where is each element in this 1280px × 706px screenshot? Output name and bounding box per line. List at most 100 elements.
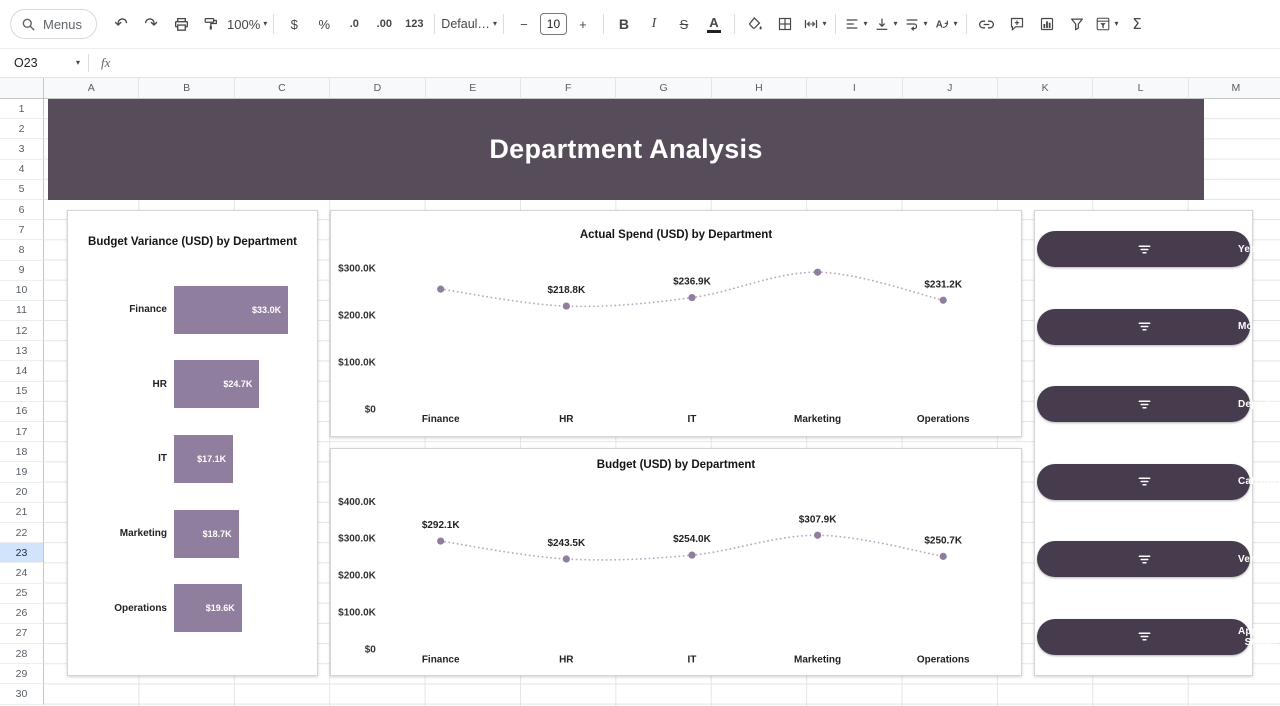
row-header-15[interactable]: 15	[0, 382, 44, 402]
column-header-C[interactable]: C	[235, 78, 330, 99]
row-header-20[interactable]: 20	[0, 483, 44, 503]
row-header-12[interactable]: 12	[0, 321, 44, 341]
redo-button[interactable]: ↷	[137, 10, 165, 38]
grid-canvas[interactable]: Department Analysis Budget Variance (USD…	[44, 99, 1280, 706]
slicer-vendor[interactable]: VendorAll▾	[1037, 541, 1250, 577]
row-header-13[interactable]: 13	[0, 341, 44, 361]
slicer-category[interactable]: CategoryAll▾	[1037, 464, 1250, 500]
chart-budget[interactable]: Budget (USD) by Department $0$100.0K$200…	[330, 448, 1022, 676]
column-header-H[interactable]: H	[712, 78, 807, 99]
column-header-M[interactable]: M	[1189, 78, 1280, 99]
column-header-I[interactable]: I	[807, 78, 902, 99]
y-axis-tick: $100.0K	[338, 607, 376, 618]
toolbar-separator	[734, 14, 735, 34]
italic-button[interactable]: I	[640, 10, 668, 38]
undo-icon: ↶	[114, 16, 127, 32]
row-header-1[interactable]: 1	[0, 99, 44, 119]
row-header-21[interactable]: 21	[0, 503, 44, 523]
chart-actual-spend[interactable]: Actual Spend (USD) by Department $0$100.…	[330, 210, 1022, 437]
increase-decimals-button[interactable]: .00	[370, 10, 398, 38]
row-header-17[interactable]: 17	[0, 422, 44, 442]
menus-button[interactable]: Menus	[10, 9, 97, 39]
column-header-G[interactable]: G	[616, 78, 711, 99]
slicer-department[interactable]: DepartmentAll▾	[1037, 386, 1250, 422]
font-select[interactable]: Defaul… ▾	[441, 10, 497, 38]
insert-chart-button[interactable]	[1033, 10, 1061, 38]
format-percent-button[interactable]: %	[310, 10, 338, 38]
more-formats-button[interactable]: 123	[400, 10, 428, 38]
merge-cells-button[interactable]: ▾	[801, 10, 829, 38]
slicer-label: Category	[1238, 476, 1280, 487]
formula-input[interactable]	[120, 49, 1280, 77]
row-header-28[interactable]: 28	[0, 644, 44, 664]
select-all-corner[interactable]	[0, 78, 44, 99]
strikethrough-button[interactable]: S	[670, 10, 698, 38]
row-header-4[interactable]: 4	[0, 160, 44, 180]
slicer-year[interactable]: YearAll▾	[1037, 231, 1250, 267]
row-header-9[interactable]: 9	[0, 261, 44, 281]
print-button[interactable]	[167, 10, 195, 38]
row-header-26[interactable]: 26	[0, 604, 44, 624]
row-header-5[interactable]: 5	[0, 180, 44, 200]
row-header-6[interactable]: 6	[0, 200, 44, 220]
vertical-align-button[interactable]: ▾	[872, 10, 900, 38]
row-header-27[interactable]: 27	[0, 624, 44, 644]
row-header-30[interactable]: 30	[0, 684, 44, 704]
undo-button[interactable]: ↶	[107, 10, 135, 38]
cell-reference-box[interactable]: O23 ▾	[0, 49, 88, 77]
insert-comment-button[interactable]	[1003, 10, 1031, 38]
row-header-8[interactable]: 8	[0, 240, 44, 260]
text-color-button[interactable]: A	[700, 10, 728, 38]
column-header-E[interactable]: E	[426, 78, 521, 99]
bold-button[interactable]: B	[610, 10, 638, 38]
column-header-A[interactable]: A	[44, 78, 139, 99]
slicer-approval-status[interactable]: Approval StatusAll▾	[1037, 619, 1250, 655]
insert-link-button[interactable]	[973, 10, 1001, 38]
slicer-month[interactable]: MonthAll▾	[1037, 309, 1250, 345]
increase-font-size-button[interactable]: +	[569, 10, 597, 38]
row-header-25[interactable]: 25	[0, 584, 44, 604]
row-header-14[interactable]: 14	[0, 361, 44, 381]
fill-color-button[interactable]	[741, 10, 769, 38]
decrease-font-size-button[interactable]: −	[510, 10, 538, 38]
row-header-10[interactable]: 10	[0, 281, 44, 301]
column-header-J[interactable]: J	[903, 78, 998, 99]
row-header-2[interactable]: 2	[0, 119, 44, 139]
y-axis-tick: $300.0K	[338, 534, 376, 545]
y-axis-tick: $0	[365, 644, 377, 655]
row-header-23[interactable]: 23	[0, 543, 44, 563]
chevron-down-icon: ▾	[893, 20, 897, 28]
text-rotation-button[interactable]: A ▾	[932, 10, 960, 38]
decrease-decimals-button[interactable]: .0	[340, 10, 368, 38]
functions-button[interactable]: Σ	[1123, 10, 1151, 38]
filter-views-button[interactable]: ▾	[1093, 10, 1121, 38]
column-header-D[interactable]: D	[330, 78, 425, 99]
chart-budget-variance[interactable]: Budget Variance (USD) by Department Fina…	[67, 210, 318, 676]
zoom-select[interactable]: 100% ▾	[227, 10, 267, 38]
text-wrap-button[interactable]: ▾	[902, 10, 930, 38]
row-header-19[interactable]: 19	[0, 462, 44, 482]
create-filter-button[interactable]	[1063, 10, 1091, 38]
horizontal-align-button[interactable]: ▾	[842, 10, 870, 38]
format-currency-button[interactable]: $	[280, 10, 308, 38]
data-point-hr	[563, 555, 570, 562]
row-header-11[interactable]: 11	[0, 301, 44, 321]
row-header-16[interactable]: 16	[0, 402, 44, 422]
row-header-22[interactable]: 22	[0, 523, 44, 543]
row-header-18[interactable]: 18	[0, 442, 44, 462]
column-header-B[interactable]: B	[139, 78, 234, 99]
row-header-29[interactable]: 29	[0, 664, 44, 684]
column-header-F[interactable]: F	[521, 78, 616, 99]
row-header-7[interactable]: 7	[0, 220, 44, 240]
y-axis-tick: $0	[365, 404, 377, 415]
borders-button[interactable]	[771, 10, 799, 38]
paint-format-button[interactable]	[197, 10, 225, 38]
column-header-L[interactable]: L	[1093, 78, 1188, 99]
chevron-down-icon: ▾	[923, 20, 927, 28]
font-size-input[interactable]: 10	[540, 13, 567, 35]
column-header-K[interactable]: K	[998, 78, 1093, 99]
x-axis-category: IT	[688, 655, 697, 666]
row-header-3[interactable]: 3	[0, 139, 44, 159]
row-header-24[interactable]: 24	[0, 563, 44, 583]
x-axis-category: Finance	[422, 414, 460, 425]
